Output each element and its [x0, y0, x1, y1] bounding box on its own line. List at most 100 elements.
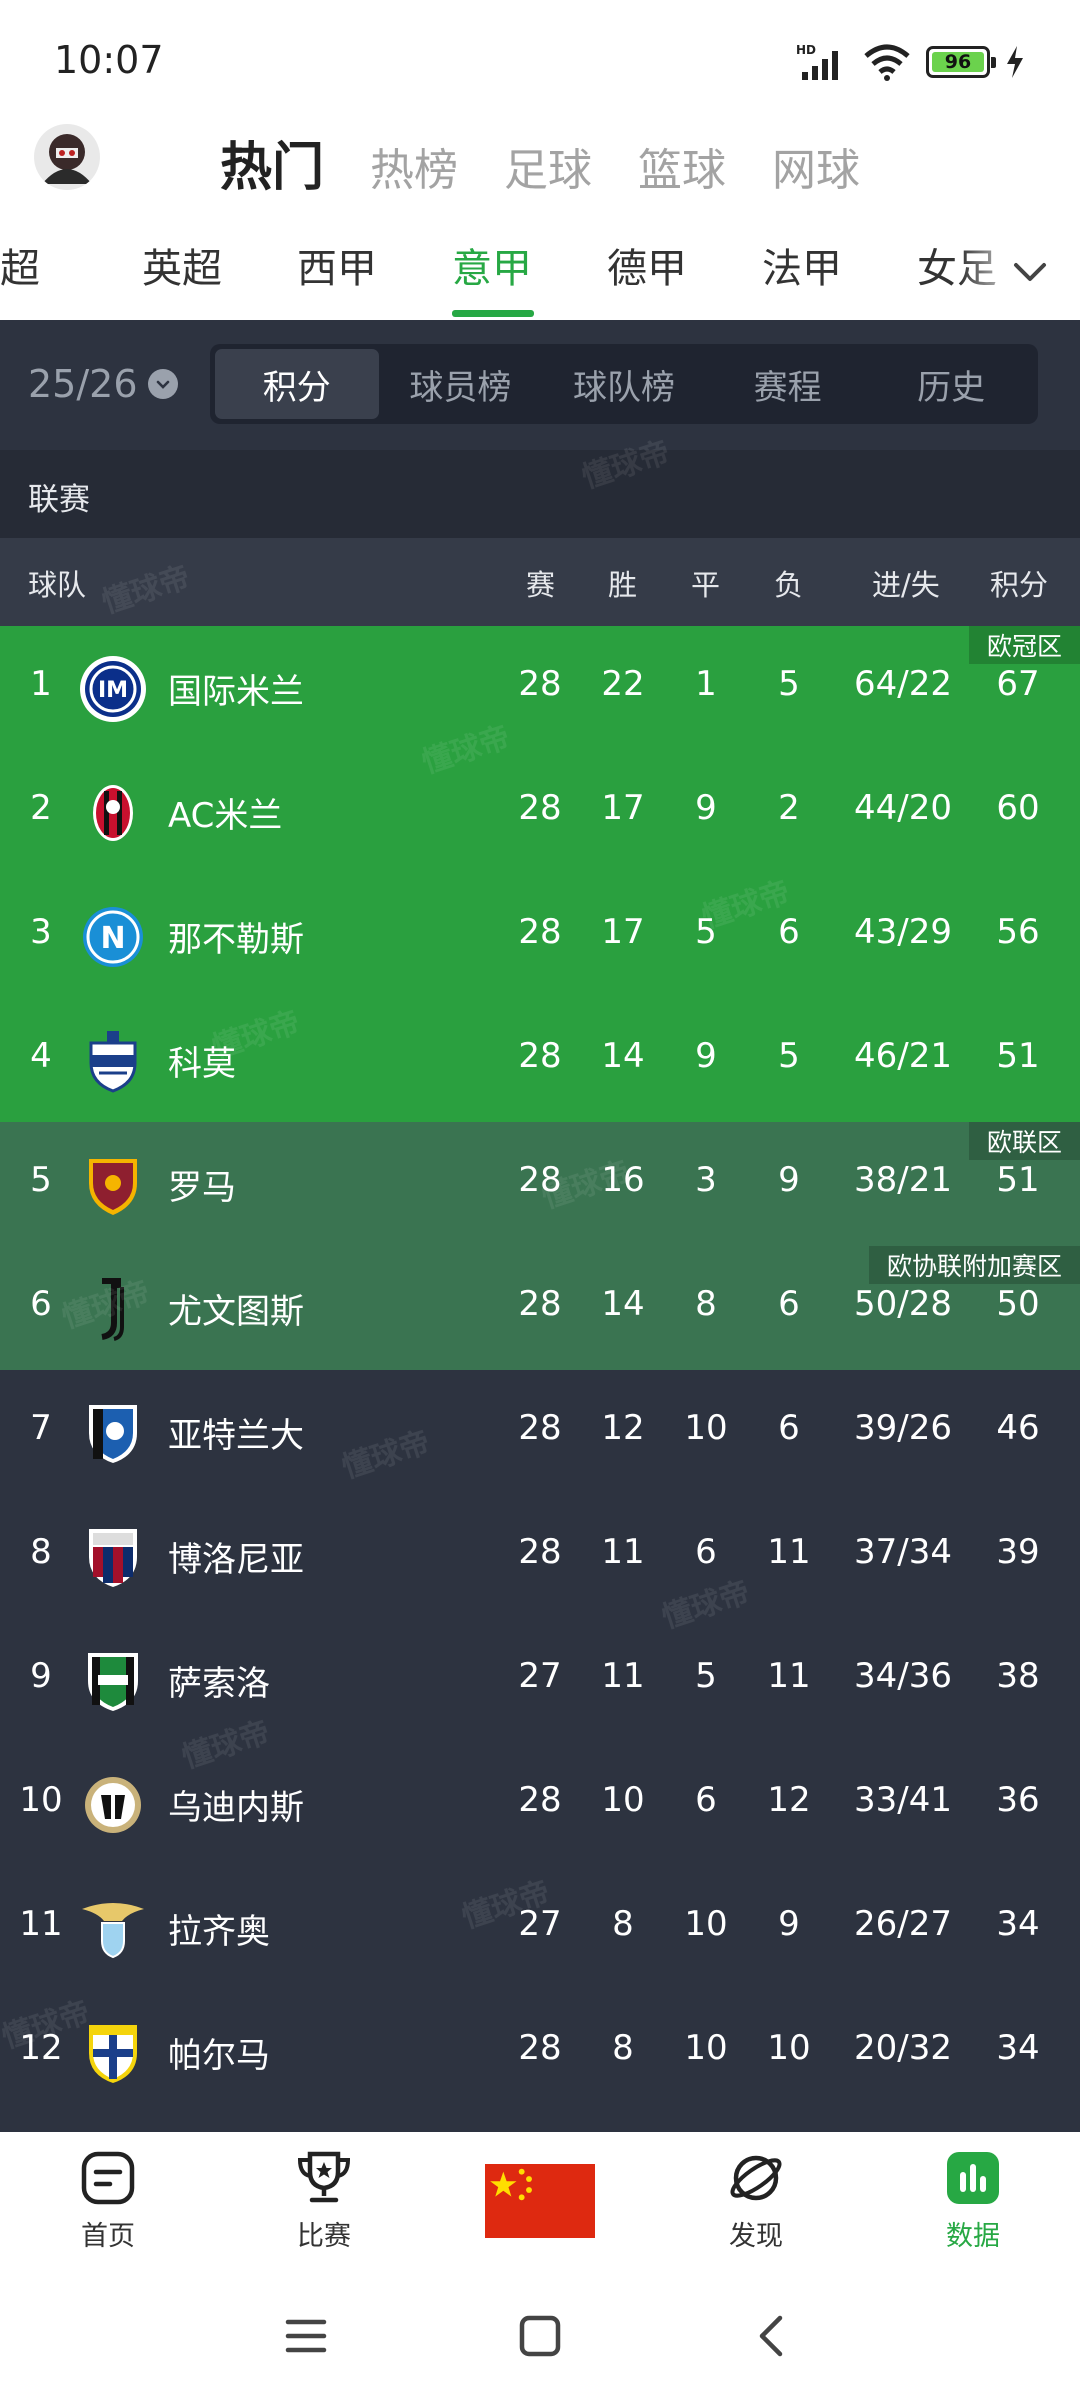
league-tab-ligue1[interactable]: 法甲 — [762, 236, 842, 294]
zone-tag-el: 欧联区 — [968, 1122, 1080, 1160]
goals-value: 44/20 — [854, 788, 952, 828]
table-row[interactable]: 欧冠区 1 IM 国际米兰 28 22 1 5 64/22 67 — [0, 626, 1080, 750]
team-name: 拉齐奥 — [168, 1912, 270, 1952]
table-row[interactable]: 8 博洛尼亚 28 11 6 11 37/34 39 — [0, 1494, 1080, 1618]
napoli-logo-icon: N — [80, 904, 146, 970]
segment-history[interactable]: 历史 — [869, 349, 1033, 419]
wifi-icon — [864, 44, 910, 81]
league-tab-bundesliga[interactable]: 德甲 — [607, 236, 687, 294]
season-selector[interactable]: 25/26 — [28, 362, 178, 406]
points-value: 36 — [996, 1780, 1040, 1820]
lost-value: 10 — [767, 2028, 811, 2068]
row-rank: 4 — [30, 1036, 52, 1076]
udinese-logo-icon — [80, 1772, 146, 1838]
table-row[interactable]: 欧协联附加赛区 6 尤文图斯 28 14 8 6 50/28 50 — [0, 1246, 1080, 1370]
chevron-down-icon[interactable] — [1010, 252, 1050, 292]
team-name: 帕尔马 — [168, 2036, 270, 2076]
played-value: 28 — [518, 664, 562, 704]
table-row[interactable]: 3 N 那不勒斯 28 17 5 6 43/29 56 — [0, 874, 1080, 998]
roma-logo-icon — [80, 1152, 146, 1218]
goals-value: 26/27 — [854, 1904, 952, 1944]
system-nav-bar — [0, 2272, 1080, 2400]
row-rank: 10 — [19, 1780, 63, 1820]
points-value: 38 — [996, 1656, 1040, 1696]
goals-value: 43/29 — [854, 912, 952, 952]
tab-basketball[interactable]: 篮球 — [638, 134, 726, 198]
table-row[interactable]: 2 AC米兰 28 17 9 2 44/20 60 — [0, 750, 1080, 874]
avatar-image-icon — [42, 134, 92, 184]
back-icon[interactable] — [752, 2314, 792, 2358]
zone-tag-cl: 欧冠区 — [968, 626, 1080, 664]
goals-value: 64/22 — [854, 664, 952, 704]
svg-text:N: N — [100, 921, 125, 956]
goals-value: 50/28 — [854, 1284, 952, 1324]
status-icons: HD 96 — [796, 40, 1026, 84]
top-header: 热门 热榜 足球 篮球 网球 — [0, 110, 1080, 210]
china-flag-button[interactable] — [485, 2164, 595, 2238]
col-lost: 负 — [774, 568, 804, 602]
segment-team-rank[interactable]: 球队榜 — [542, 349, 706, 419]
tab-trending[interactable]: 热榜 — [370, 134, 458, 198]
team-name: 国际米兰 — [168, 672, 304, 712]
nav-label: 数据 — [946, 2221, 1000, 2252]
goals-value: 46/21 — [854, 1036, 952, 1076]
league-tab-laliga[interactable]: 西甲 — [297, 236, 377, 294]
won-value: 14 — [601, 1284, 645, 1324]
team-name: 乌迪内斯 — [168, 1788, 304, 1828]
status-time: 10:07 — [54, 38, 164, 82]
points-value: 51 — [996, 1036, 1040, 1076]
network-label: HD — [796, 43, 816, 57]
drawn-value: 6 — [695, 1532, 717, 1572]
played-value: 28 — [518, 2028, 562, 2068]
tab-hot[interactable]: 热门 — [220, 125, 324, 200]
goals-value: 37/34 — [854, 1532, 952, 1572]
tab-football[interactable]: 足球 — [504, 134, 592, 198]
segment-player-rank[interactable]: 球员榜 — [379, 349, 543, 419]
home-square-icon[interactable] — [518, 2314, 562, 2358]
lost-value: 5 — [778, 664, 800, 704]
nav-discover[interactable]: 发现 — [686, 2150, 826, 2253]
drawn-value: 1 — [695, 664, 717, 704]
lost-value: 11 — [767, 1532, 811, 1572]
battery-level: 96 — [932, 51, 984, 73]
planet-icon — [730, 2155, 782, 2201]
won-value: 11 — [601, 1532, 645, 1572]
row-rank: 7 — [30, 1408, 52, 1448]
standings-panel: 25/26 积分 球员榜 球队榜 赛程 历史 联赛 球队 赛 胜 平 负 进/失… — [0, 320, 1080, 2132]
team-name: 亚特兰大 — [168, 1416, 304, 1456]
row-rank: 8 — [30, 1532, 52, 1572]
nav-data[interactable]: 数据 — [903, 2150, 1043, 2253]
lost-value: 9 — [778, 1160, 800, 1200]
segment-standings[interactable]: 积分 — [215, 349, 379, 419]
lost-value: 9 — [778, 1904, 800, 1944]
col-drawn: 平 — [691, 568, 721, 602]
tab-tennis[interactable]: 网球 — [772, 134, 860, 198]
avatar[interactable] — [34, 124, 100, 190]
nav-matches[interactable]: 比赛 — [254, 2150, 394, 2253]
league-tab-epl[interactable]: 英超 — [142, 236, 222, 294]
goals-value: 34/36 — [854, 1656, 952, 1696]
goals-value: 33/41 — [854, 1780, 952, 1820]
table-row[interactable]: 12 帕尔马 28 8 10 10 20/32 34 — [0, 1990, 1080, 2114]
nav-label: 首页 — [81, 2221, 135, 2252]
svg-text:IM: IM — [98, 678, 128, 703]
table-row[interactable]: 9 萨索洛 27 11 5 11 34/36 38 — [0, 1618, 1080, 1742]
table-row[interactable]: 7 亚特兰大 28 12 10 6 39/26 46 — [0, 1370, 1080, 1494]
row-rank: 2 — [30, 788, 52, 828]
segment-schedule[interactable]: 赛程 — [706, 349, 870, 419]
table-row[interactable]: 4 科莫 28 14 9 5 46/21 51 — [0, 998, 1080, 1122]
table-row[interactable]: 10 乌迪内斯 28 10 6 12 33/41 36 — [0, 1742, 1080, 1866]
league-tab-csl[interactable]: 中超 — [0, 236, 40, 294]
league-tab-serie-a[interactable]: 意甲 — [452, 236, 532, 294]
menu-icon[interactable] — [284, 2316, 328, 2356]
bologna-logo-icon — [80, 1524, 146, 1590]
won-value: 8 — [612, 1904, 634, 1944]
home-doc-icon — [81, 2151, 135, 2205]
won-value: 11 — [601, 1656, 645, 1696]
nav-home[interactable]: 首页 — [38, 2150, 178, 2253]
row-rank: 3 — [30, 912, 52, 952]
league-tabs: 中超 英超 西甲 意甲 德甲 法甲 女足 — [0, 226, 1080, 320]
played-value: 28 — [518, 1036, 562, 1076]
drawn-value: 10 — [684, 1408, 728, 1448]
active-tab-indicator — [452, 310, 534, 317]
